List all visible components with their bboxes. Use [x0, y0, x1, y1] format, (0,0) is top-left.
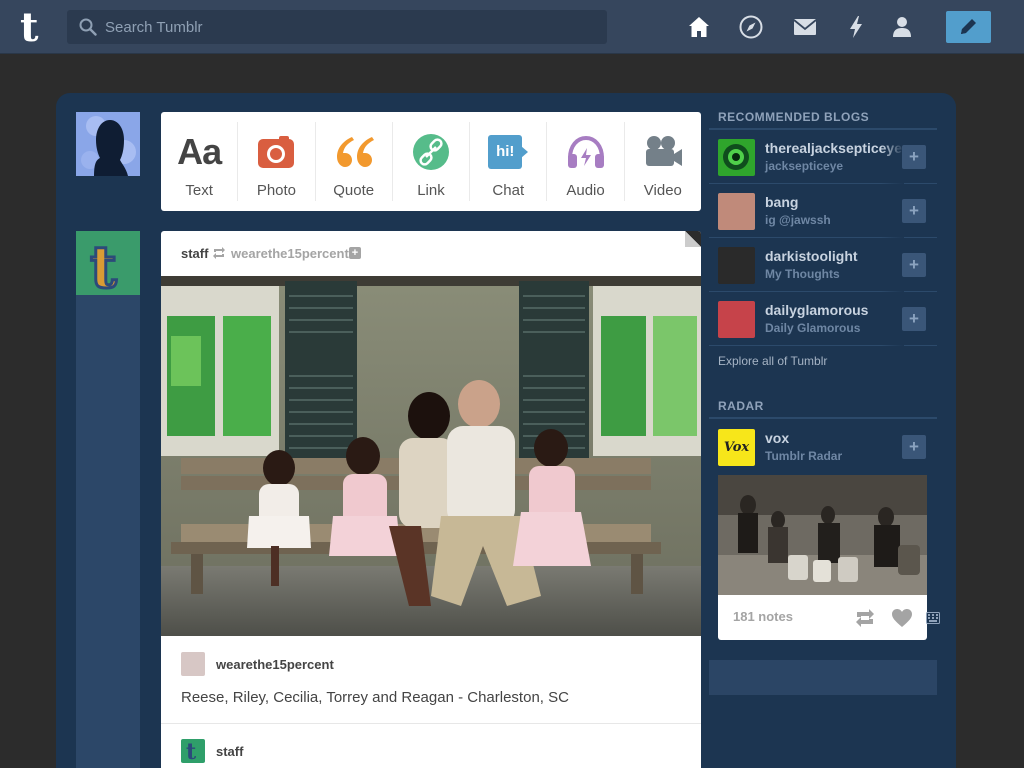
- page-fold-corner: [685, 231, 701, 247]
- follow-blog-button[interactable]: +: [902, 253, 926, 277]
- camera-icon: [258, 136, 295, 168]
- explore-icon[interactable]: [738, 14, 764, 40]
- link-icon: [412, 134, 449, 170]
- blog-name: vox: [765, 430, 790, 446]
- keyboard-icon[interactable]: [926, 612, 940, 624]
- post-type-label: Link: [417, 182, 445, 199]
- follow-plus-icon[interactable]: +: [349, 247, 361, 259]
- top-navigation-bar: t: [0, 0, 1024, 54]
- sidebar-spotlight-placeholder: [709, 660, 937, 695]
- post-type-text[interactable]: Aa Text: [161, 122, 239, 201]
- notes-count[interactable]: 181 notes: [733, 609, 793, 624]
- search-box[interactable]: [67, 10, 607, 44]
- svg-text:t: t: [186, 739, 197, 763]
- like-heart-icon[interactable]: [891, 608, 913, 628]
- recommended-blogs-title: RECOMMENDED BLOGS: [718, 110, 870, 124]
- post-type-label: Video: [643, 182, 682, 199]
- blog-avatar: [718, 193, 755, 230]
- source-avatar: [181, 652, 205, 676]
- blog-title: ig @jawssh: [765, 213, 831, 227]
- account-icon[interactable]: [889, 14, 915, 40]
- blog-avatar: [718, 247, 755, 284]
- post-type-label: Quote: [333, 182, 375, 199]
- post-type-chat[interactable]: hi! Chat: [470, 122, 548, 201]
- my-avatar[interactable]: [76, 112, 140, 176]
- quote-icon: [336, 137, 374, 167]
- name-fade: [881, 238, 904, 292]
- post-type-photo[interactable]: Photo: [238, 122, 316, 201]
- radar-photo: [718, 475, 927, 595]
- tumblr-logo-icon[interactable]: t: [18, 8, 48, 46]
- tumblr-staff-icon: t: [76, 231, 140, 303]
- post-author[interactable]: staff: [181, 246, 208, 261]
- staff-mini-avatar: t: [181, 739, 205, 765]
- name-fade: [881, 184, 904, 238]
- follow-blog-button[interactable]: +: [902, 145, 926, 169]
- tumblr-staff-icon: t: [186, 739, 197, 765]
- blog-title: Daily Glamorous: [765, 321, 861, 335]
- blog-title: jacksepticeye: [765, 159, 844, 173]
- reblog-icon: [213, 247, 225, 259]
- explore-link[interactable]: Explore all of Tumblr: [718, 354, 827, 368]
- follow-radar-button[interactable]: +: [902, 435, 926, 459]
- post-photo[interactable]: [161, 276, 701, 636]
- svg-text:t: t: [90, 233, 117, 295]
- blog-title: My Thoughts: [765, 267, 840, 281]
- eye-avatar-icon: [723, 144, 749, 170]
- follow-blog-button[interactable]: +: [902, 199, 926, 223]
- radar-title: RADAR: [718, 399, 764, 413]
- post-type-link[interactable]: Link: [393, 122, 471, 201]
- activity-icon[interactable]: [843, 14, 869, 40]
- chat-icon: hi!: [488, 135, 529, 169]
- reblogged-from[interactable]: wearethe15percent: [231, 246, 349, 261]
- post-caption: Reese, Riley, Cecilia, Torrey and Reagan…: [181, 689, 569, 706]
- search-input[interactable]: [105, 10, 595, 44]
- post-divider: [161, 723, 701, 724]
- name-fade: [881, 130, 904, 184]
- svg-text:t: t: [20, 8, 39, 46]
- trail-blog-name[interactable]: staff: [216, 744, 243, 759]
- post-type-label: Photo: [256, 182, 297, 199]
- blog-title: Tumblr Radar: [765, 449, 843, 463]
- staff-avatar[interactable]: t: [76, 231, 140, 303]
- compose-button[interactable]: [946, 11, 991, 43]
- post-type-video[interactable]: Video: [625, 122, 701, 201]
- user-silhouette-icon: [76, 112, 140, 176]
- radar-post[interactable]: 181 notes: [718, 475, 927, 640]
- blog-avatar: [718, 139, 755, 176]
- post-type-quote[interactable]: Quote: [316, 122, 393, 201]
- search-icon: [79, 18, 97, 36]
- home-icon[interactable]: [686, 14, 712, 40]
- follow-blog-button[interactable]: +: [902, 307, 926, 331]
- post-type-bar: Aa Text Photo Quote Link hi! Chat Audio …: [161, 112, 701, 211]
- inbox-icon[interactable]: [792, 14, 818, 40]
- headphones-icon: [567, 135, 604, 168]
- dashboard-post: staff wearethe15percent + wearethe15perc…: [161, 231, 701, 768]
- name-fade: [881, 292, 904, 346]
- pencil-icon: [961, 19, 976, 34]
- sidebar-divider: [709, 417, 937, 419]
- blog-avatar: [718, 301, 755, 338]
- post-header: staff wearethe15percent +: [161, 231, 701, 276]
- reblog-icon[interactable]: [854, 609, 876, 627]
- text-icon: Aa: [177, 131, 222, 172]
- source-blog-name[interactable]: wearethe15percent: [216, 657, 334, 672]
- post-type-audio[interactable]: Audio: [547, 122, 625, 201]
- post-type-label: Audio: [566, 182, 605, 199]
- video-camera-icon: [645, 136, 682, 166]
- avatar-column: [76, 295, 140, 768]
- post-type-label: Chat: [492, 182, 525, 199]
- post-type-label: Text: [185, 182, 213, 199]
- vox-avatar: Vox: [718, 429, 755, 466]
